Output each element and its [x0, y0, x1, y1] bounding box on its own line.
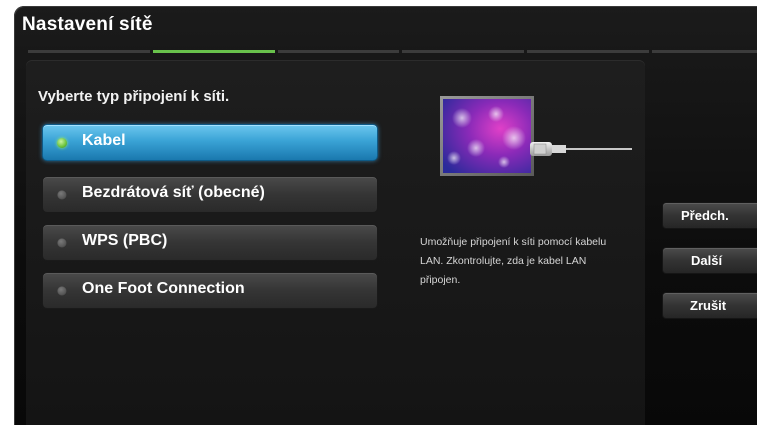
- step-indicator: [28, 50, 150, 53]
- step-indicator: [527, 50, 650, 53]
- window-title: Nastavení sítě: [22, 14, 153, 35]
- option-label: Bezdrátová síť (obecné): [82, 184, 265, 201]
- screen: Nastavení sítě Vyberte typ připojení k s…: [0, 0, 757, 425]
- content-panel: Vyberte typ připojení k síti. Kabel Bezd…: [26, 60, 645, 425]
- step-progress-bar: [28, 50, 757, 53]
- cancel-button-label: Zrušit: [690, 298, 727, 313]
- connection-type-prompt: Vyberte typ připojení k síti.: [38, 88, 230, 105]
- connection-description: Umožňuje připojení k síti pomocí kabelu …: [420, 236, 607, 286]
- radio-indicator-icon: [57, 286, 67, 296]
- option-wps-pbc[interactable]: WPS (PBC): [42, 224, 378, 261]
- previous-button[interactable]: Předch.: [662, 202, 757, 229]
- network-settings-window: Nastavení sítě Vyberte typ připojení k s…: [14, 6, 757, 425]
- option-wireless[interactable]: Bezdrátová síť (obecné): [42, 176, 378, 213]
- step-indicator-active: [152, 50, 275, 53]
- option-label: Kabel: [82, 132, 126, 149]
- radio-indicator-icon: [57, 238, 67, 248]
- option-one-foot-connection[interactable]: One Foot Connection: [42, 272, 378, 309]
- step-indicator: [402, 50, 525, 53]
- option-label: WPS (PBC): [82, 232, 168, 249]
- next-button[interactable]: Další: [662, 247, 757, 274]
- tv-lan-cable-icon: [426, 96, 656, 196]
- previous-button-label: Předch.: [681, 208, 729, 223]
- radio-indicator-icon: [57, 190, 67, 200]
- next-button-label: Další: [691, 253, 723, 268]
- step-indicator: [277, 50, 400, 53]
- option-cable[interactable]: Kabel: [42, 124, 378, 161]
- cancel-button[interactable]: Zrušit: [662, 292, 757, 319]
- step-indicator: [652, 50, 757, 53]
- radio-indicator-icon: [57, 138, 67, 148]
- option-label: One Foot Connection: [82, 280, 245, 297]
